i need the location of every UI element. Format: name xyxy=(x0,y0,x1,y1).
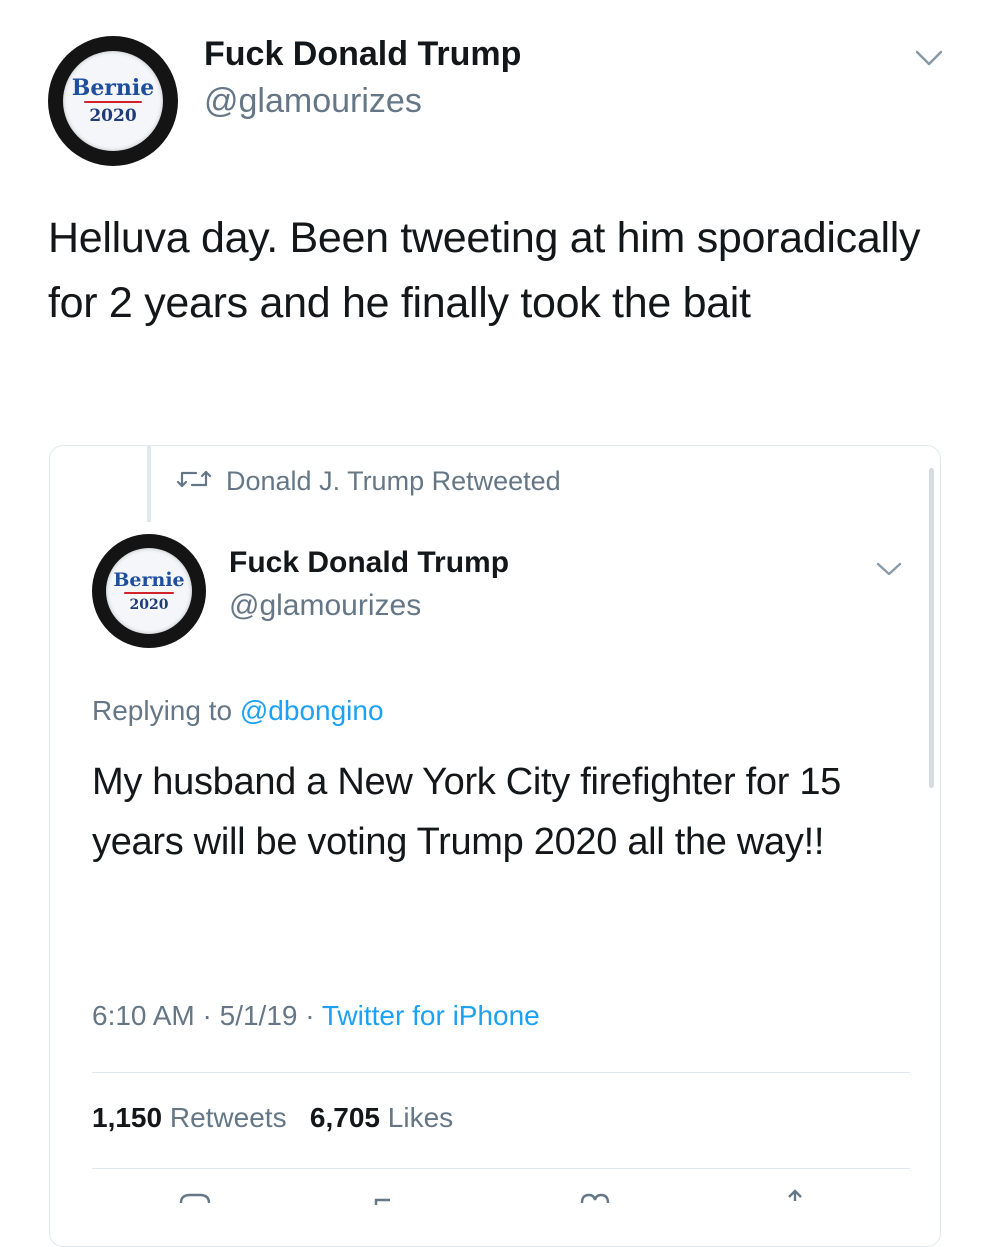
retweeted-label[interactable]: Donald J. Trump Retweeted xyxy=(226,466,561,497)
retweet-icon[interactable] xyxy=(370,1192,406,1210)
quoted-handle[interactable]: @glamourizes xyxy=(229,589,421,623)
badge-year: 2020 xyxy=(89,106,137,126)
retweets-label: Retweets xyxy=(169,1102,287,1133)
likes-label: Likes xyxy=(387,1102,454,1133)
quoted-avatar[interactable]: Bernie 2020 xyxy=(92,534,206,648)
replying-to: Replying to @dbongino xyxy=(92,695,384,727)
tweet-source-link[interactable]: Twitter for iPhone xyxy=(322,1000,540,1031)
like-icon[interactable] xyxy=(578,1190,612,1208)
replying-handle-link[interactable]: @dbongino xyxy=(240,695,384,726)
avatar[interactable]: Bernie 2020 xyxy=(48,36,178,166)
tweet-text: Helluva day. Been tweeting at him sporad… xyxy=(48,214,921,327)
avatar-badge: Bernie 2020 xyxy=(63,51,163,151)
tweet-time: 6:10 AM xyxy=(92,1000,195,1031)
chevron-down-icon[interactable] xyxy=(875,560,903,578)
divider xyxy=(92,1072,910,1073)
likes-count: 6,705 xyxy=(309,1102,380,1133)
handle[interactable]: @glamourizes xyxy=(204,82,422,121)
retweet-icon xyxy=(176,466,212,497)
replying-label: Replying to xyxy=(92,695,233,726)
badge-underline xyxy=(84,101,142,103)
divider xyxy=(92,1168,910,1169)
likes-stat[interactable]: 6,705 Likes xyxy=(310,1102,453,1133)
badge-underline xyxy=(124,591,174,594)
retweet-thread-line xyxy=(147,446,151,522)
display-name[interactable]: Fuck Donald Trump xyxy=(204,35,521,74)
share-icon[interactable] xyxy=(780,1188,810,1206)
meta-separator: · xyxy=(202,1000,212,1031)
quoted-avatar-badge: Bernie 2020 xyxy=(106,548,192,634)
retweeted-by: Donald J. Trump Retweeted xyxy=(176,466,561,497)
tweet-meta: 6:10 AM · 5/1/19 · Twitter for iPhone xyxy=(92,1000,540,1032)
badge-name: Bernie xyxy=(71,75,155,101)
reply-icon[interactable] xyxy=(178,1190,212,1208)
badge-name: Bernie xyxy=(113,568,185,591)
quoted-display-name[interactable]: Fuck Donald Trump xyxy=(229,546,509,580)
retweets-stat[interactable]: 1,150 Retweets xyxy=(92,1102,294,1133)
badge-year: 2020 xyxy=(129,596,169,613)
quoted-tweet-text: My husband a New York City firefighter f… xyxy=(92,761,841,863)
chevron-down-icon[interactable] xyxy=(914,48,944,68)
meta-separator: · xyxy=(305,1000,315,1031)
tweet-date: 5/1/19 xyxy=(219,1000,298,1031)
tweet-stats: 1,150 Retweets 6,705 Likes xyxy=(92,1102,453,1134)
retweets-count: 1,150 xyxy=(92,1102,163,1133)
scrollbar[interactable] xyxy=(929,468,934,788)
